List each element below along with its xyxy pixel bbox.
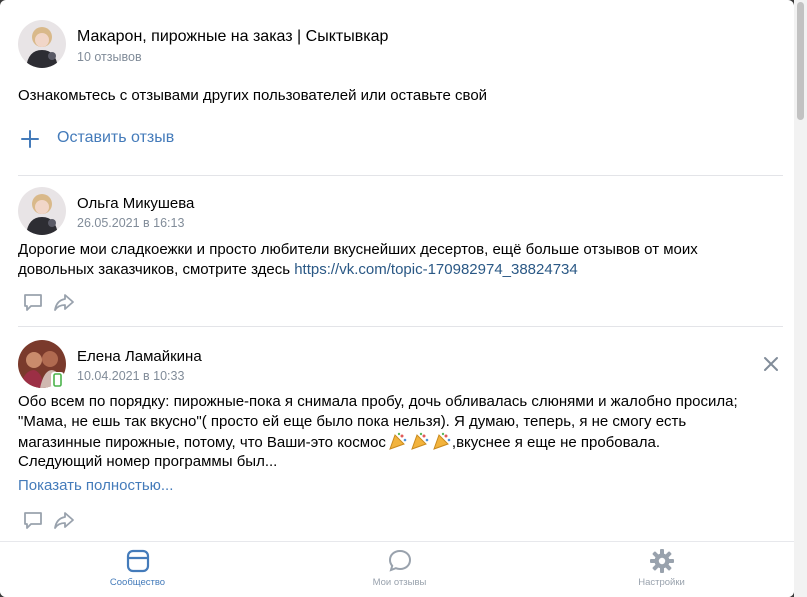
comment-icon[interactable] <box>22 509 44 531</box>
community-icon <box>125 548 151 574</box>
intro-text: Ознакомьтесь с отзывами других пользоват… <box>18 87 488 104</box>
tab-settings[interactable]: Настройки <box>529 542 794 597</box>
divider <box>18 326 783 327</box>
close-icon[interactable] <box>762 355 780 373</box>
chat-bubble-icon <box>387 548 413 574</box>
share-icon[interactable] <box>53 291 75 313</box>
review-text-line: Обо всем по порядку: пирожные-пока я сни… <box>18 393 738 410</box>
reviews-panel: Макарон, пирожные на заказ | Сыктывкар 1… <box>0 0 794 597</box>
review-text-line: Следующий номер программы был... <box>18 453 278 470</box>
review-text-line: магазинные пирожные, потому, что Ваши-эт… <box>18 432 661 451</box>
leave-review-label: Оставить отзыв <box>57 129 175 146</box>
tab-label: Настройки <box>638 577 685 588</box>
show-more-link[interactable]: Показать полностью... <box>18 476 173 496</box>
party-popper-icon <box>388 432 408 450</box>
gear-icon <box>649 548 675 574</box>
party-popper-icon <box>432 432 452 450</box>
review-date[interactable]: 26.05.2021 в 16:13 <box>77 216 184 230</box>
reviews-count: 10 отзывов <box>77 50 142 64</box>
reviewer-name[interactable]: Ольга Микушева <box>77 195 194 212</box>
scrollbar-thumb[interactable] <box>797 2 804 120</box>
review-text-line: Дорогие мои сладкоежки и просто любители… <box>18 241 698 258</box>
review-text-line: "Мама, не ешь так вкусно"( просто ей еще… <box>18 413 687 430</box>
comment-icon[interactable] <box>22 291 44 313</box>
tab-my-reviews[interactable]: Мои отзывы <box>267 542 532 597</box>
divider <box>18 175 783 176</box>
mobile-status-icon <box>51 372 64 388</box>
leave-review-button[interactable]: Оставить отзыв <box>18 124 218 154</box>
reviewer-avatar[interactable] <box>18 187 66 235</box>
tab-label: Сообщество <box>109 577 166 588</box>
tab-label: Мои отзывы <box>372 577 427 588</box>
community-avatar[interactable] <box>18 20 66 68</box>
bottom-tab-bar: Сообщество Мои отзывы Настройки <box>0 541 794 597</box>
reviewer-name[interactable]: Елена Ламайкина <box>77 348 202 365</box>
community-title[interactable]: Макарон, пирожные на заказ | Сыктывкар <box>77 28 388 46</box>
party-popper-icon <box>410 432 430 450</box>
review-link[interactable]: https://vk.com/topic-170982974_38824734 <box>294 261 578 278</box>
plus-icon <box>20 129 40 149</box>
share-icon[interactable] <box>53 509 75 531</box>
tab-community[interactable]: Сообщество <box>5 542 270 597</box>
scrollbar[interactable] <box>794 0 807 597</box>
review-date[interactable]: 10.04.2021 в 10:33 <box>77 369 184 383</box>
review-text-line: довольных заказчиков, смотрите здесь htt… <box>18 261 578 278</box>
